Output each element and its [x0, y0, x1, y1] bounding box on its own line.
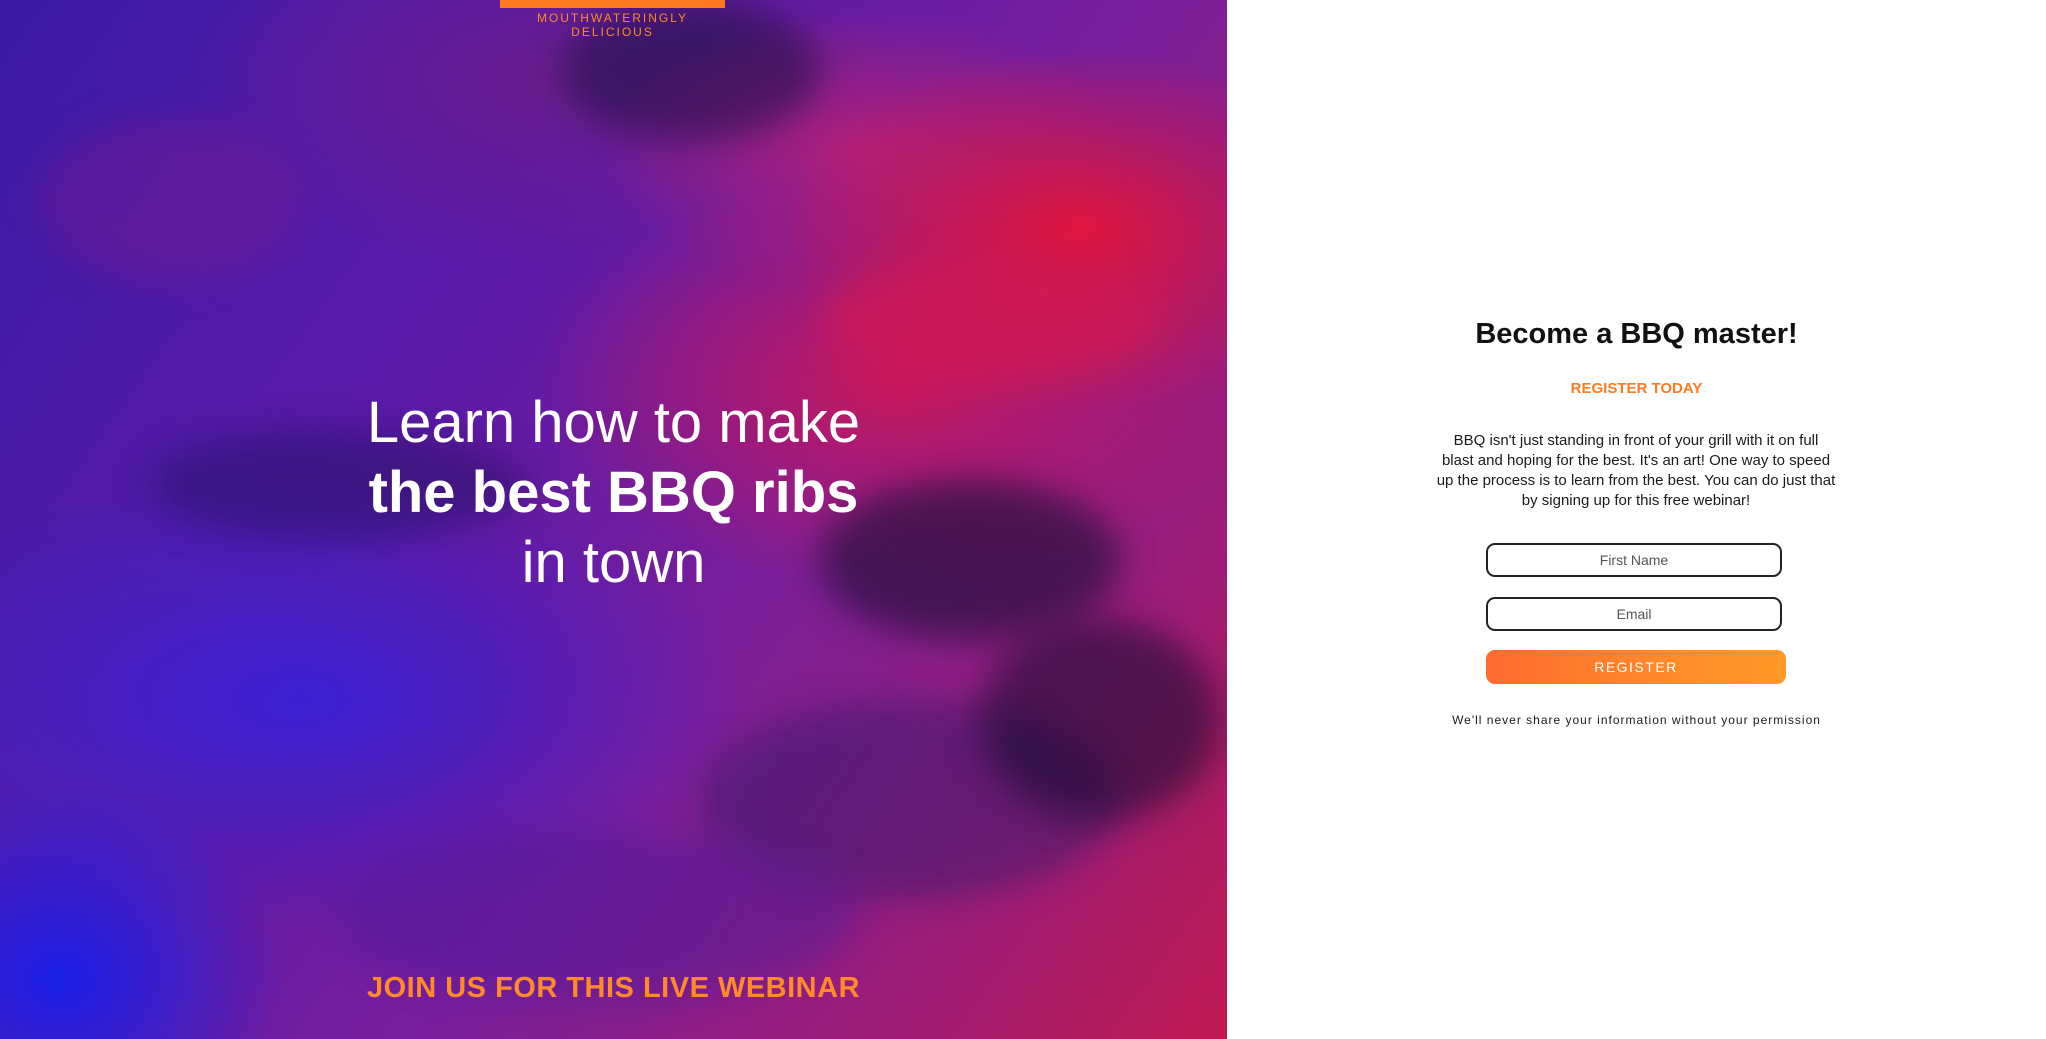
background-shape — [820, 260, 1160, 380]
background-shape — [980, 620, 1220, 820]
form-description: BBQ isn't just standing in front of your… — [1436, 432, 1836, 509]
background-shape — [40, 120, 300, 280]
headline-line-2: the best BBQ ribs — [368, 460, 859, 525]
first-name-input[interactable] — [1486, 543, 1782, 577]
form-title: Become a BBQ master! — [1475, 318, 1798, 350]
form-subtitle: REGISTER TODAY — [1570, 380, 1703, 397]
brand-tagline: MOUTHWATERINGLY DELICIOUS — [536, 11, 689, 39]
webinar-callout: JOIN US FOR THIS LIVE WEBINAR — [366, 972, 861, 1004]
hero-section: MOUTHWATERINGLY DELICIOUS Learn how to m… — [0, 0, 1227, 1039]
headline-line-1: Learn how to make — [366, 390, 861, 455]
registration-panel: Become a BBQ master! REGISTER TODAY BBQ … — [1227, 0, 2046, 1039]
privacy-note: We'll never share your information witho… — [1452, 713, 1821, 727]
logo-bar — [500, 0, 725, 8]
headline-line-3: in town — [521, 530, 706, 595]
register-button[interactable]: REGISTER — [1486, 650, 1786, 684]
hero-headline: Learn how to make the best BBQ ribs in t… — [0, 388, 1227, 598]
email-input[interactable] — [1486, 597, 1782, 631]
landing-page: MOUTHWATERINGLY DELICIOUS Learn how to m… — [0, 0, 2046, 1039]
